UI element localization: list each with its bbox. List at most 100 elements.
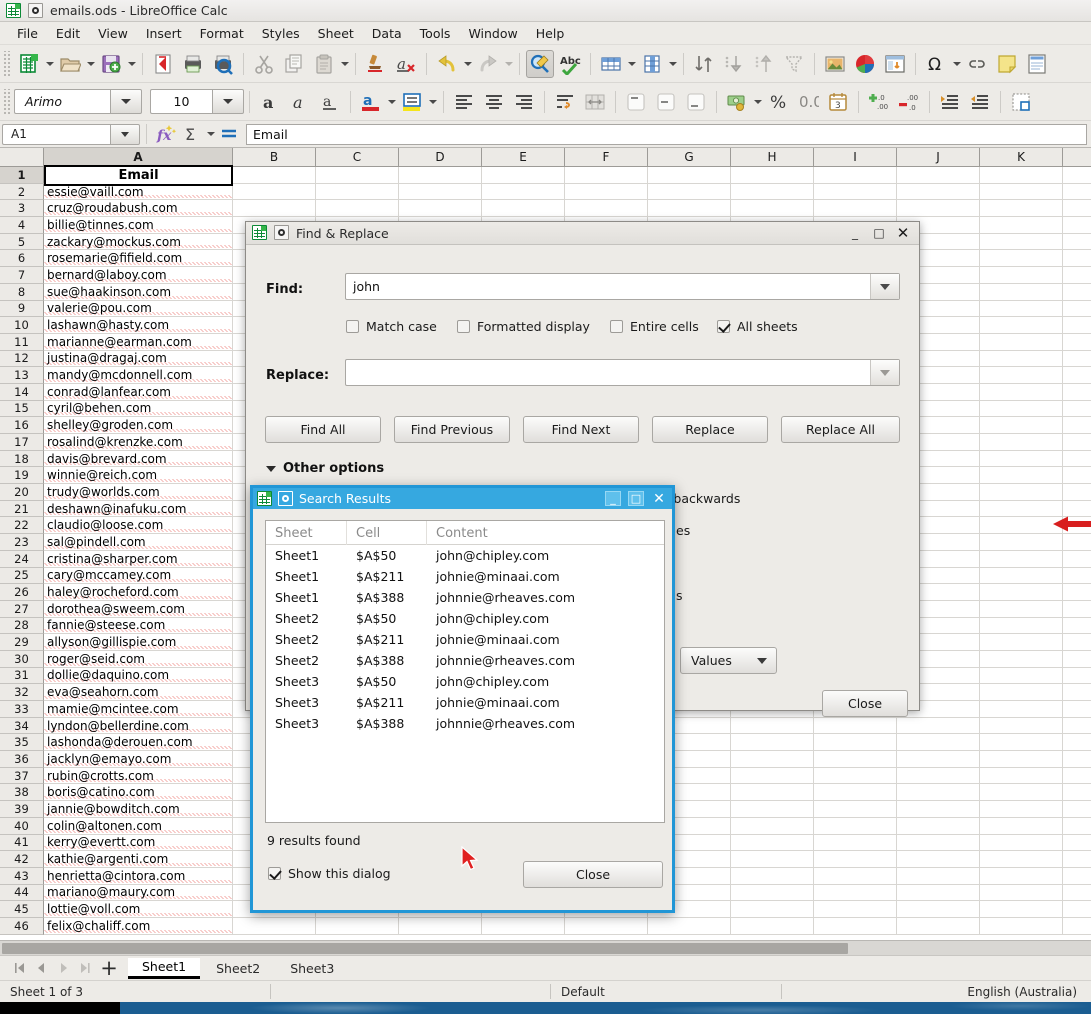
search-result-row[interactable]: Sheet2 $A$211 johnie@minaai.com (266, 629, 664, 650)
cell-G3[interactable] (648, 200, 731, 218)
cell-L33[interactable] (1063, 701, 1091, 718)
cell-A30[interactable]: roger@seid.com (44, 650, 233, 668)
row-header-3[interactable]: 3 (0, 200, 44, 218)
cell-A25[interactable]: cary@mccamey.com (44, 567, 233, 585)
select-all-corner[interactable] (0, 148, 44, 167)
cell-A39[interactable]: jannie@bowditch.com (44, 801, 233, 818)
cell-A22[interactable]: claudio@loose.com (44, 517, 233, 535)
cell-K23[interactable] (980, 534, 1063, 551)
row-header-39[interactable]: 39 (0, 801, 44, 818)
row-header-2[interactable]: 2 (0, 183, 44, 201)
cell-L14[interactable] (1063, 384, 1091, 401)
row-header-24[interactable]: 24 (0, 550, 44, 568)
row-header-38[interactable]: 38 (0, 784, 44, 802)
date-format-icon[interactable]: 3 (824, 88, 852, 116)
cell-L4[interactable] (1063, 217, 1091, 234)
add-sheet-icon[interactable]: + (96, 957, 122, 978)
cell-K40[interactable] (980, 817, 1063, 835)
cell-I36[interactable] (814, 751, 897, 768)
sum-icon[interactable]: Σ (179, 123, 205, 145)
cell-L40[interactable] (1063, 818, 1091, 835)
column-header-content[interactable]: Content (427, 521, 664, 545)
align-right-icon[interactable] (510, 88, 538, 116)
cell-K44[interactable] (980, 884, 1063, 902)
cell-L10[interactable] (1063, 317, 1091, 334)
cell-A20[interactable]: trudy@worlds.com (44, 484, 233, 501)
cell-A24[interactable]: cristina@sharper.com (44, 550, 233, 568)
cell-G2[interactable] (648, 183, 731, 201)
column-header-j[interactable]: J (897, 148, 980, 167)
new-document-icon[interactable] (15, 50, 43, 78)
insert-image-icon[interactable] (821, 50, 849, 78)
cell-A42[interactable]: kathie@argenti.com (44, 851, 233, 868)
menu-styles[interactable]: Styles (253, 24, 309, 43)
row-header-46[interactable]: 46 (0, 917, 44, 935)
row-header-37[interactable]: 37 (0, 767, 44, 785)
search-result-row[interactable]: Sheet3 $A$211 johnie@minaai.com (266, 692, 664, 713)
cell-H42[interactable] (731, 851, 814, 868)
copy-icon[interactable] (280, 50, 308, 78)
sum-dropdown-arrow[interactable] (205, 120, 216, 148)
cell-F1[interactable] (565, 167, 648, 184)
search-result-row[interactable]: Sheet3 $A$388 johnnie@rheaves.com (266, 713, 664, 734)
cell-L17[interactable] (1063, 434, 1091, 451)
cell-L16[interactable] (1063, 417, 1091, 434)
cell-L43[interactable] (1063, 868, 1091, 885)
cell-A44[interactable]: mariano@maury.com (44, 884, 233, 902)
cell-H41[interactable] (731, 834, 814, 852)
cell-A37[interactable]: rubin@crotts.com (44, 767, 233, 785)
cell-L35[interactable] (1063, 734, 1091, 752)
undo-dropdown-arrow[interactable] (462, 50, 473, 78)
search-result-row[interactable]: Sheet1 $A$211 johnie@minaai.com (266, 566, 664, 587)
cell-I2[interactable] (814, 183, 897, 201)
match-case-checkbox[interactable]: Match case (346, 319, 437, 334)
sheet-tab-sheet1[interactable]: Sheet1 (128, 957, 201, 979)
cell-K27[interactable] (980, 600, 1063, 618)
italic-icon[interactable]: a (286, 88, 314, 116)
search-result-row[interactable]: Sheet3 $A$50 john@chipley.com (266, 671, 664, 692)
find-next-button[interactable]: Find Next (523, 416, 639, 443)
row-header-13[interactable]: 13 (0, 367, 44, 384)
cell-A32[interactable]: eva@seahorn.com (44, 684, 233, 701)
row-header-42[interactable]: 42 (0, 851, 44, 868)
cell-L11[interactable] (1063, 334, 1091, 351)
cell-J38[interactable] (897, 784, 980, 802)
menu-window[interactable]: Window (459, 24, 526, 43)
print-preview-icon[interactable] (209, 50, 237, 78)
formatted-display-checkbox-box[interactable] (457, 320, 470, 333)
cell-L34[interactable] (1063, 718, 1091, 735)
column-dropdown-arrow[interactable] (667, 50, 678, 78)
cell-K38[interactable] (980, 784, 1063, 802)
cell-H36[interactable] (731, 751, 814, 768)
last-sheet-icon[interactable] (74, 958, 96, 978)
cell-C2[interactable] (316, 183, 399, 201)
number-format-icon[interactable]: 0.0 (794, 88, 822, 116)
input-line[interactable]: Email (246, 123, 1087, 145)
row-header-45[interactable]: 45 (0, 901, 44, 918)
align-center-icon[interactable] (480, 88, 508, 116)
row-header-23[interactable]: 23 (0, 534, 44, 551)
cell-I35[interactable] (814, 734, 897, 752)
cell-L36[interactable] (1063, 751, 1091, 768)
cell-K37[interactable] (980, 767, 1063, 785)
row-header-9[interactable]: 9 (0, 300, 44, 318)
cell-J34[interactable] (897, 717, 980, 735)
close-icon[interactable]: ✕ (895, 224, 911, 242)
cell-K4[interactable] (980, 217, 1063, 234)
cell-A14[interactable]: conrad@lanfear.com (44, 383, 233, 401)
cell-L41[interactable] (1063, 835, 1091, 852)
cell-L29[interactable] (1063, 634, 1091, 651)
cell-L7[interactable] (1063, 267, 1091, 284)
row-header-44[interactable]: 44 (0, 884, 44, 902)
column-header-f[interactable]: F (565, 148, 648, 167)
column-header-sheet[interactable]: Sheet (266, 521, 347, 545)
cell-A3[interactable]: cruz@roudabush.com (44, 200, 233, 218)
align-top-icon[interactable] (622, 88, 650, 116)
find-and-replace-icon[interactable] (526, 49, 554, 78)
cell-A15[interactable]: cyril@behen.com (44, 400, 233, 418)
cell-K5[interactable] (980, 233, 1063, 251)
cell-K18[interactable] (980, 450, 1063, 468)
delete-decimal-icon[interactable]: .00.0 (895, 88, 923, 116)
cell-L26[interactable] (1063, 584, 1091, 601)
cell-B46[interactable] (233, 917, 316, 935)
